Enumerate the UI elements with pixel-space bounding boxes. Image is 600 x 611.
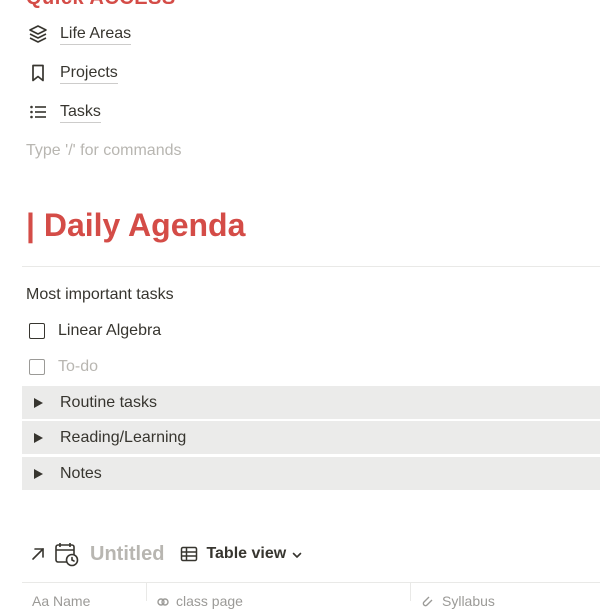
toggle-arrow-icon[interactable] [34,468,43,479]
column-divider [146,583,147,601]
toggle-notes[interactable]: Notes [22,457,600,490]
toggle-label[interactable]: Routine tasks [60,394,157,412]
column-divider [410,583,411,601]
command-placeholder[interactable]: Type '/' for commands [26,142,182,160]
calendar-icon[interactable] [54,541,80,567]
link-life-areas[interactable]: Life Areas [26,20,132,48]
arrow-up-right-icon[interactable] [28,544,48,564]
view-label: Table view [206,545,287,562]
linked-database-header: Untitled Table view [28,538,303,570]
column-label: Syllabus [442,593,495,609]
toggle-reading-learning[interactable]: Reading/Learning [22,421,600,454]
link-tasks[interactable]: Tasks [26,98,101,126]
todo-item-empty[interactable]: To-do [29,355,98,379]
table-header: Aa Name class page Syllabus [22,582,600,609]
toggle-arrow-icon[interactable] [34,397,43,408]
link-label: Projects [60,63,118,84]
chevron-down-icon [291,548,303,560]
toggle-label[interactable]: Reading/Learning [60,429,186,447]
todo-label[interactable]: Linear Algebra [58,322,161,340]
database-title[interactable]: Untitled [90,543,164,566]
quick-access-title: Quick ACCESS [26,0,176,10]
toggle-arrow-icon[interactable] [34,432,43,443]
list-icon [26,100,50,124]
attachment-icon [422,595,436,607]
link-icon [156,595,170,607]
checkbox[interactable] [29,323,45,339]
divider [22,266,600,267]
column-label: class page [176,593,243,609]
toggle-label[interactable]: Notes [60,465,102,483]
section-subtitle[interactable]: Most important tasks [26,286,174,304]
todo-placeholder[interactable]: To-do [58,358,98,376]
toggle-routine-tasks[interactable]: Routine tasks [22,386,600,419]
page-heading[interactable]: | Daily Agenda [26,207,245,244]
table-icon [180,545,198,563]
link-label: Tasks [60,102,101,123]
bookmark-icon [26,61,50,85]
column-header-syllabus[interactable]: Syllabus [422,593,495,609]
checkbox[interactable] [29,359,45,375]
link-label: Life Areas [60,24,132,45]
column-header-name[interactable]: Aa Name [32,593,90,609]
link-projects[interactable]: Projects [26,59,118,87]
layers-icon [26,22,50,46]
column-header-class-page[interactable]: class page [156,593,243,609]
todo-item[interactable]: Linear Algebra [29,319,161,343]
view-selector-button[interactable]: Table view [180,545,303,563]
